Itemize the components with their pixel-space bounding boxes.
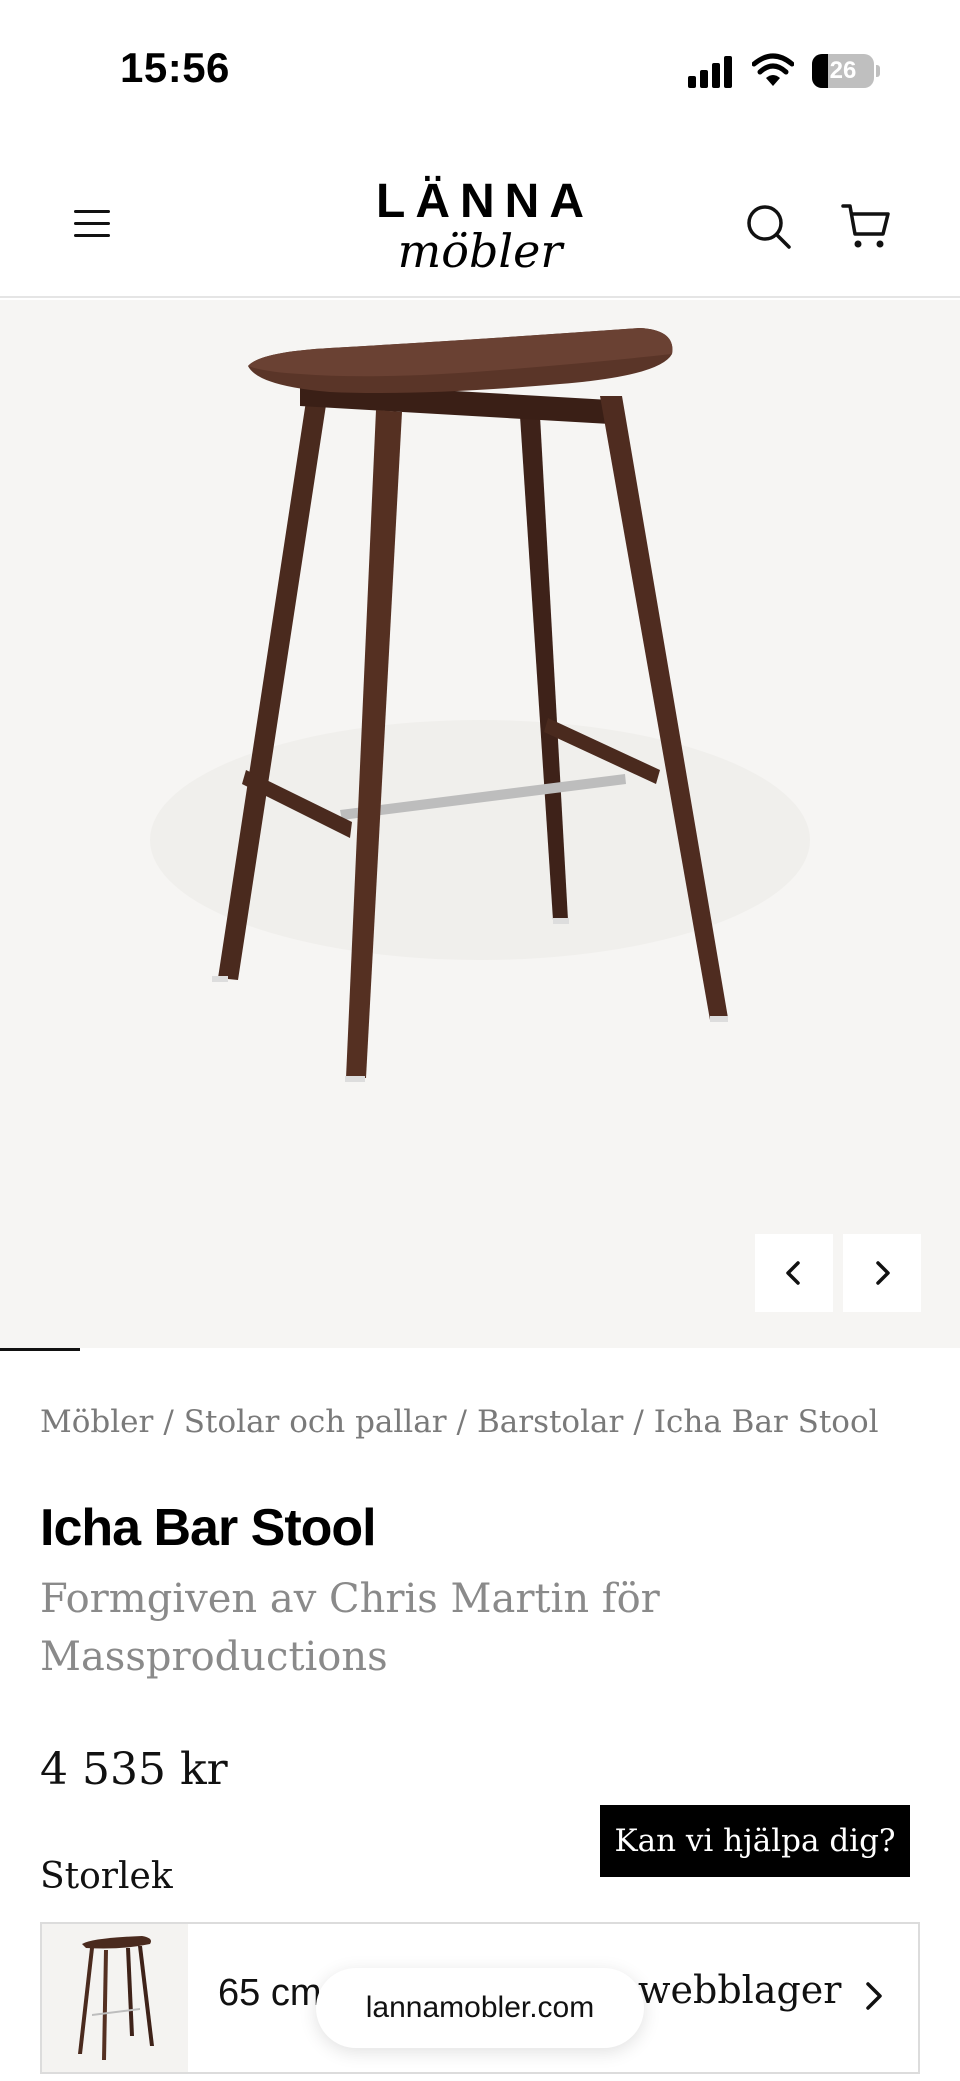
browser-url-bar[interactable]: lannamobler.com bbox=[316, 1968, 644, 2048]
status-bar: 15:56 26 bbox=[0, 0, 960, 140]
product-title: Icha Bar Stool bbox=[40, 1499, 377, 1557]
site-header: LÄNNA möbler bbox=[0, 140, 960, 298]
signal-icon bbox=[688, 54, 736, 88]
breadcrumb-item-current[interactable]: Icha Bar Stool bbox=[654, 1404, 879, 1440]
status-time: 15:56 bbox=[120, 44, 230, 91]
product-price: 4 535 kr bbox=[40, 1744, 228, 1795]
gallery-progress-fill bbox=[0, 1348, 80, 1351]
size-value: 65 cm bbox=[218, 1972, 322, 2014]
menu-icon[interactable] bbox=[66, 206, 118, 242]
breadcrumb-item-barstolar[interactable]: Barstolar bbox=[477, 1404, 623, 1440]
product-designer: Formgiven av Chris Martin för Massproduc… bbox=[40, 1576, 660, 1680]
breadcrumb-separator: / bbox=[456, 1404, 467, 1440]
breadcrumb-item-mobler[interactable]: Möbler bbox=[40, 1404, 153, 1440]
help-chat-button[interactable]: Kan vi hjälpa dig? bbox=[600, 1805, 910, 1877]
stock-status: webblager bbox=[638, 1968, 842, 2012]
gallery-prev-button[interactable] bbox=[755, 1234, 833, 1312]
breadcrumb-separator: / bbox=[633, 1404, 644, 1440]
breadcrumb-separator: / bbox=[163, 1404, 174, 1440]
chevron-left-icon bbox=[786, 1261, 800, 1285]
breadcrumb: Möbler / Stolar och pallar / Barstolar / Icha … bbox=[40, 1404, 879, 1440]
logo-subline: möbler bbox=[397, 224, 563, 278]
breadcrumb-item-stolar-och-pallar[interactable]: Stolar och pallar bbox=[184, 1404, 447, 1440]
size-label: Storlek bbox=[40, 1856, 173, 1897]
logo[interactable]: LÄNNA möbler bbox=[330, 178, 630, 278]
size-thumbnail bbox=[42, 1924, 188, 2072]
wifi-icon bbox=[752, 53, 794, 86]
chevron-right-icon bbox=[866, 1982, 882, 2010]
search-icon[interactable] bbox=[744, 202, 794, 252]
battery-level: 26 bbox=[829, 57, 857, 84]
product-photo bbox=[150, 328, 810, 1082]
logo-wordmark: LÄNNA bbox=[376, 175, 594, 228]
cart-icon[interactable] bbox=[840, 200, 892, 252]
chevron-right-icon bbox=[876, 1261, 890, 1285]
product-image-gallery[interactable] bbox=[0, 300, 960, 1350]
battery-icon: 26 bbox=[812, 54, 880, 88]
gallery-next-button[interactable] bbox=[843, 1234, 921, 1312]
gallery-progress bbox=[0, 1348, 960, 1351]
